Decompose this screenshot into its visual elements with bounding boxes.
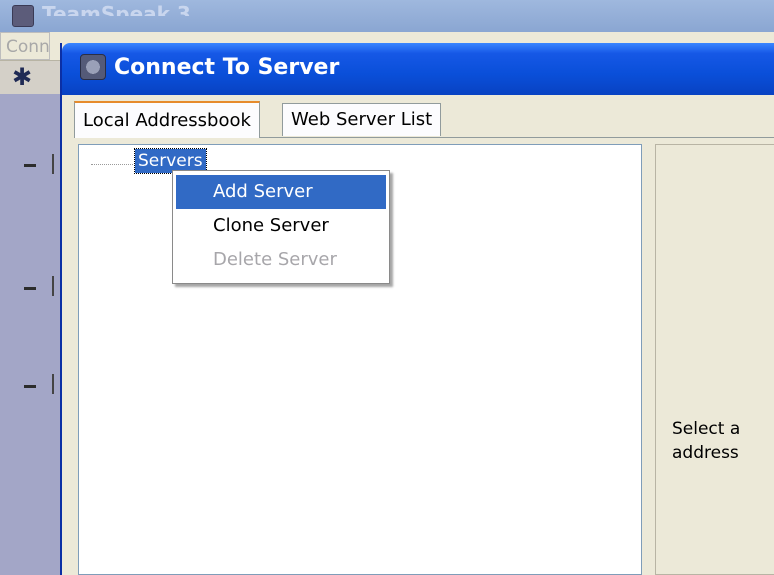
toolbar-tool-icon[interactable]: ✱: [12, 65, 40, 89]
menu-item-clone-server[interactable]: Clone Server: [176, 209, 386, 243]
context-menu: Add Server Clone Server Delete Server: [172, 170, 390, 284]
tab-strip: Local Addressbook Web Server List: [74, 101, 774, 138]
main-window-titlebar[interactable]: TeamSpeak 3: [0, 0, 774, 32]
tab-local-addressbook[interactable]: Local Addressbook: [74, 101, 260, 138]
menu-connections[interactable]: Connections: [0, 32, 50, 60]
menu-item-add-server[interactable]: Add Server: [176, 175, 386, 209]
menu-item-delete-server: Delete Server: [213, 249, 337, 270]
tree-connector: [91, 164, 133, 165]
collapse-dash-icon[interactable]: [24, 287, 36, 290]
collapse-dash-icon[interactable]: [24, 164, 36, 167]
teamspeak-logo-icon: [12, 5, 34, 27]
collapse-dash-icon[interactable]: [24, 385, 36, 388]
server-details-panel: Select a address: [655, 144, 774, 575]
dialog-title: Connect To Server: [114, 55, 340, 80]
dialog-titlebar[interactable]: Connect To Server: [62, 43, 774, 95]
main-channel-panel: [0, 94, 60, 575]
tab-web-server-list[interactable]: Web Server List: [282, 103, 442, 136]
main-window-title: TeamSpeak 3: [42, 2, 191, 16]
teamspeak-headset-icon: [80, 54, 106, 80]
connect-dialog: Connect To Server Local Addressbook Web …: [60, 43, 774, 575]
details-hint-text: Select a address: [672, 419, 741, 463]
